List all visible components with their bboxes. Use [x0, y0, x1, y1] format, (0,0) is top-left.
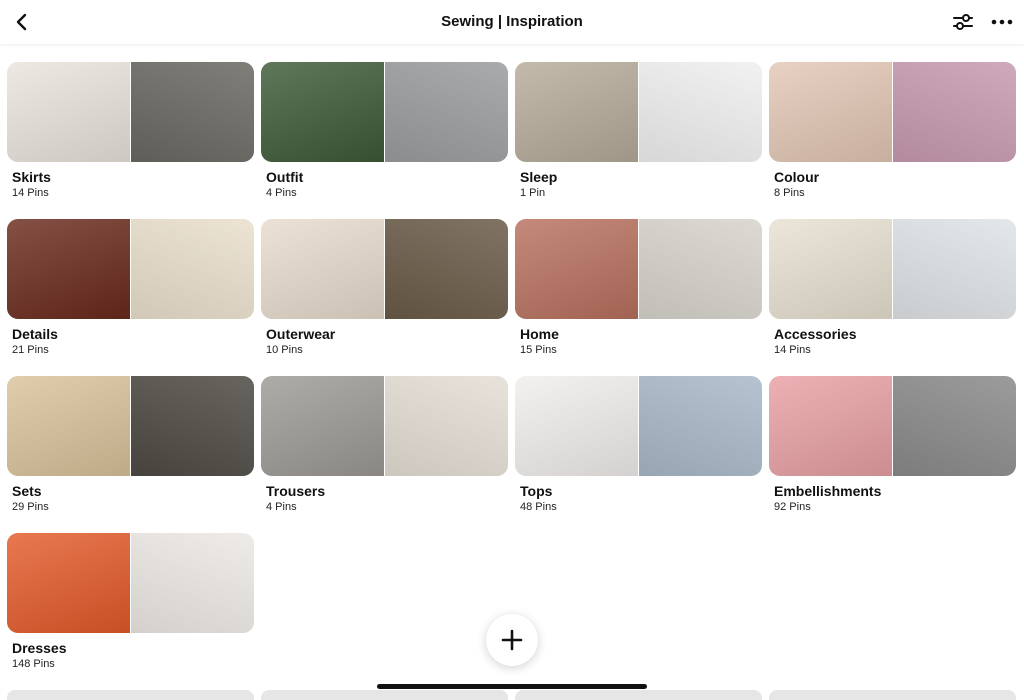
board-cover — [7, 533, 254, 633]
cover-image-right — [893, 376, 1016, 476]
board-cover — [7, 376, 254, 476]
board-card-skirts[interactable]: Skirts 14 Pins — [7, 62, 254, 199]
top-bar: Sewing | Inspiration — [0, 0, 1024, 44]
cover-image-left — [769, 62, 892, 162]
board-card-embellishments[interactable]: Embellishments 92 Pins — [769, 376, 1016, 513]
cover-image-right — [385, 219, 508, 319]
next-row-peek — [261, 690, 508, 700]
board-card-home[interactable]: Home 15 Pins — [515, 219, 762, 356]
board-name: Details — [12, 326, 58, 342]
board-cover — [515, 62, 762, 162]
cover-image-left — [7, 376, 130, 476]
next-row-peek — [515, 690, 762, 700]
sliders-icon — [953, 14, 973, 30]
cover-image-right — [639, 376, 762, 476]
cover-image-right — [131, 219, 254, 319]
next-row-peek — [769, 690, 1016, 700]
cover-image-right — [131, 376, 254, 476]
board-name: Tops — [520, 483, 553, 499]
more-options-button[interactable] — [989, 10, 1015, 34]
cover-image-right — [639, 62, 762, 162]
board-cover — [261, 62, 508, 162]
board-name: Dresses — [12, 640, 67, 656]
board-card-accessories[interactable]: Accessories 14 Pins — [769, 219, 1016, 356]
cover-image-left — [515, 62, 638, 162]
cover-image-right — [639, 219, 762, 319]
board-name: Colour — [774, 169, 820, 185]
cover-image-right — [385, 62, 508, 162]
board-card-details[interactable]: Details 21 Pins — [7, 219, 254, 356]
board-pin-count: 4 Pins — [266, 187, 297, 199]
board-pin-count: 92 Pins — [774, 501, 811, 513]
cover-image-left — [7, 533, 130, 633]
cover-image-right — [385, 376, 508, 476]
board-name: Accessories — [774, 326, 857, 342]
board-cover — [769, 62, 1016, 162]
cover-image-left — [7, 219, 130, 319]
board-pin-count: 8 Pins — [774, 187, 805, 199]
board-name: Trousers — [266, 483, 326, 499]
board-name: Outerwear — [266, 326, 336, 342]
cover-image-left — [769, 376, 892, 476]
cover-image-left — [261, 376, 384, 476]
home-indicator — [377, 684, 647, 689]
board-cover — [7, 219, 254, 319]
board-pin-count: 4 Pins — [266, 501, 297, 513]
board-card-outfit[interactable]: Outfit 4 Pins — [261, 62, 508, 199]
add-button[interactable] — [486, 614, 538, 666]
board-card-sets[interactable]: Sets 29 Pins — [7, 376, 254, 513]
board-pin-count: 14 Pins — [774, 344, 811, 356]
page-title: Sewing | Inspiration — [441, 13, 583, 30]
board-name: Embellishments — [774, 483, 882, 499]
board-cover — [515, 376, 762, 476]
board-name: Sleep — [520, 169, 558, 185]
cover-image-right — [893, 219, 1016, 319]
board-pin-count: 29 Pins — [12, 501, 49, 513]
board-pin-count: 21 Pins — [12, 344, 49, 356]
board-card-outerwear[interactable]: Outerwear 10 Pins — [261, 219, 508, 356]
next-row-peek — [7, 690, 254, 700]
cover-image-right — [893, 62, 1016, 162]
more-horizontal-icon — [991, 19, 1013, 25]
board-pin-count: 10 Pins — [266, 344, 303, 356]
board-cover — [769, 376, 1016, 476]
board-cover — [515, 219, 762, 319]
board-cover — [261, 219, 508, 319]
cover-image-left — [769, 219, 892, 319]
cover-image-right — [131, 62, 254, 162]
board-name: Sets — [12, 483, 42, 499]
board-card-trousers[interactable]: Trousers 4 Pins — [261, 376, 508, 513]
board-card-colour[interactable]: Colour 8 Pins — [769, 62, 1016, 199]
board-pin-count: 48 Pins — [520, 501, 557, 513]
board-cover — [261, 376, 508, 476]
cover-image-left — [261, 62, 384, 162]
cover-image-left — [515, 219, 638, 319]
board-pin-count: 148 Pins — [12, 658, 55, 670]
board-name: Home — [520, 326, 559, 342]
board-pin-count: 14 Pins — [12, 187, 49, 199]
board-pin-count: 1 Pin — [520, 187, 546, 199]
board-pin-count: 15 Pins — [520, 344, 557, 356]
board-card-tops[interactable]: Tops 48 Pins — [515, 376, 762, 513]
board-cover — [769, 219, 1016, 319]
filter-button[interactable] — [950, 10, 976, 34]
board-cover — [7, 62, 254, 162]
cover-image-left — [261, 219, 384, 319]
plus-icon — [501, 629, 523, 651]
cover-image-left — [515, 376, 638, 476]
cover-image-right — [131, 533, 254, 633]
board-name: Skirts — [12, 169, 51, 185]
board-name: Outfit — [266, 169, 304, 185]
board-card-dresses[interactable]: Dresses 148 Pins — [7, 533, 254, 670]
cover-image-left — [7, 62, 130, 162]
board-card-sleep[interactable]: Sleep 1 Pin — [515, 62, 762, 199]
